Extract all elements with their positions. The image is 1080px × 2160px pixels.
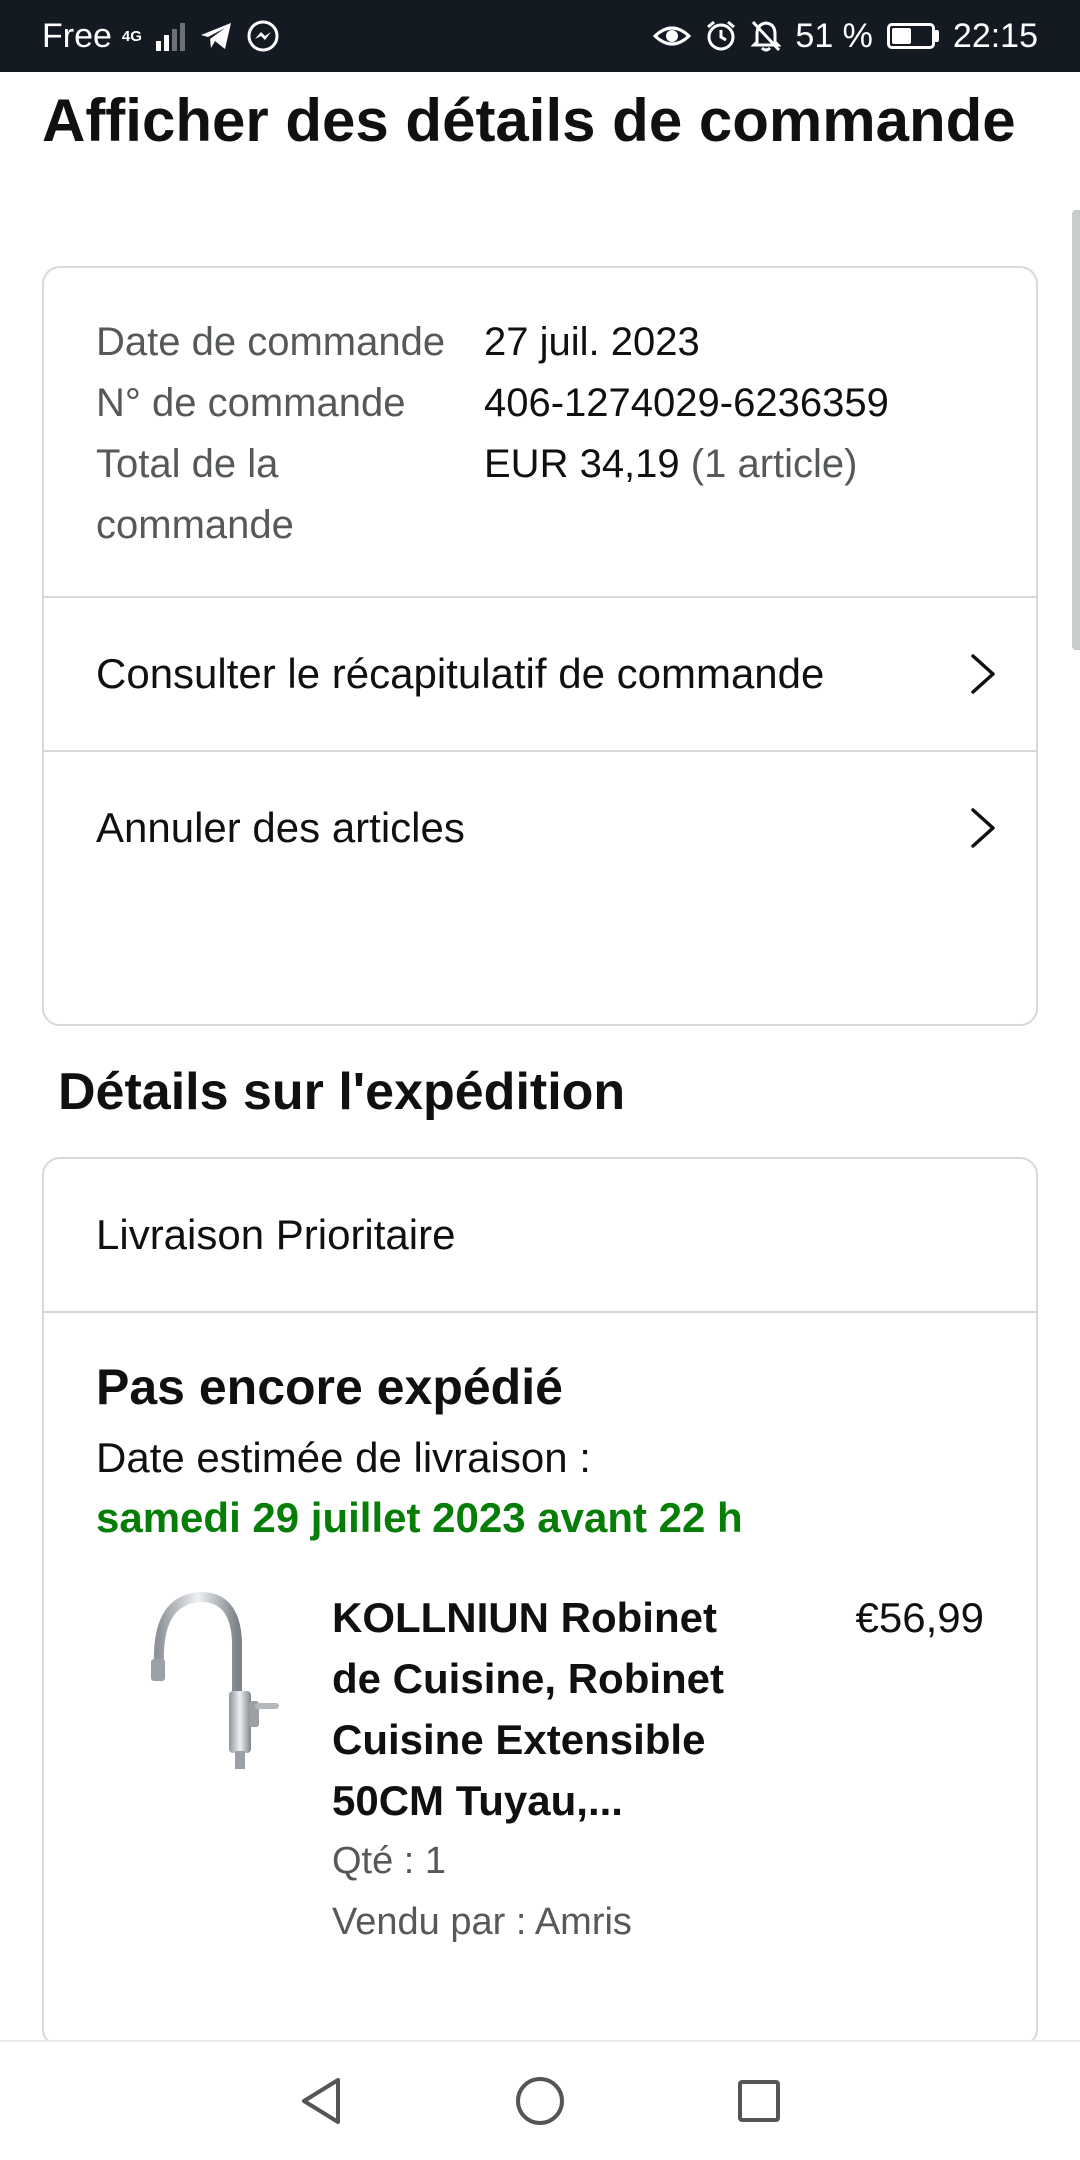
recents-icon[interactable] [736,2078,782,2124]
product-price: €56,99 [855,1594,984,1641]
clock: 22:15 [952,16,1038,55]
product-info: KOLLNIUN Robinet de Cuisine, Robinet Cui… [328,1587,834,1953]
order-number-row: N° de commande 406-1274029-6236359 [96,373,984,434]
status-left: Free 4G [42,17,279,56]
shipping-details-heading: Détails sur l'expédition [58,1063,626,1121]
shipment-status: Pas encore expédié [96,1359,563,1415]
product-quantity: Qté : 1 [332,1840,447,1882]
shipment-body: Pas encore expédié Date estimée de livra… [44,1313,1036,1953]
order-total-value: EUR 34,19 (1 article) [484,434,984,556]
order-total-label: Total de la commande [96,442,294,547]
scrollbar[interactable] [1072,210,1080,650]
cancel-items-link[interactable]: Annuler des articles [44,750,1036,904]
order-summary-card: Date de commande 27 juil. 2023 N° de com… [42,266,1038,1026]
order-info: Date de commande 27 juil. 2023 N° de com… [44,268,1036,596]
product-item[interactable]: KOLLNIUN Robinet de Cuisine, Robinet Cui… [96,1587,984,1953]
order-date-value: 27 juil. 2023 [484,312,984,373]
shipping-method: Livraison Prioritaire [44,1159,1036,1313]
order-item-count: (1 article) [690,442,858,486]
status-right: 51 % 22:15 [653,17,1038,56]
chevron-right-icon [968,806,998,850]
delivery-estimate-label: Date estimée de livraison : [96,1434,591,1481]
battery-icon [886,23,939,49]
system-navigation-bar [0,2040,1080,2160]
view-order-summary-link[interactable]: Consulter le récapitulatif de commande [44,596,1036,750]
back-icon[interactable] [298,2076,344,2126]
eye-comfort-icon [653,22,692,50]
page-title: Afficher des détails de commande [42,87,1016,154]
shipment-card: Livraison Prioritaire Pas encore expédié… [42,1157,1038,2047]
signal-icon [155,21,185,51]
product-seller: Vendu par : Amris [332,1901,632,1943]
delivery-estimate-date: samedi 29 juillet 2023 avant 22 h [96,1494,743,1541]
carrier-name: Free [42,16,112,55]
status-bar: Free 4G 51 % 22:15 [0,0,1080,72]
order-number-text: 406-1274029-6236359 [484,381,889,425]
battery-percent: 51 % [795,16,873,55]
chevron-right-icon [968,652,998,696]
cancel-items-label: Annuler des articles [96,804,465,851]
order-date-label: Date de commande [96,320,446,364]
messenger-icon [247,20,279,52]
order-number-value: 406-1274029-6236359 [484,373,984,434]
alarm-icon [705,20,737,52]
order-date-text: 27 juil. 2023 [484,320,700,364]
order-total-amount: EUR 34,19 [484,442,680,486]
order-date-row: Date de commande 27 juil. 2023 [96,312,984,373]
telegram-icon [199,21,233,51]
network-type-icon: 4G [122,29,142,44]
silent-bell-icon [751,20,782,52]
network-type: 4G [121,27,142,45]
kitchen-faucet-image[interactable] [96,1587,328,1819]
order-number-label: N° de commande [96,381,406,425]
view-order-summary-label: Consulter le récapitulatif de commande [96,650,825,697]
home-icon[interactable] [514,2075,566,2127]
product-title[interactable]: KOLLNIUN Robinet de Cuisine, Robinet Cui… [332,1587,762,1831]
order-total-row: Total de la commande EUR 34,19 (1 articl… [96,434,984,556]
